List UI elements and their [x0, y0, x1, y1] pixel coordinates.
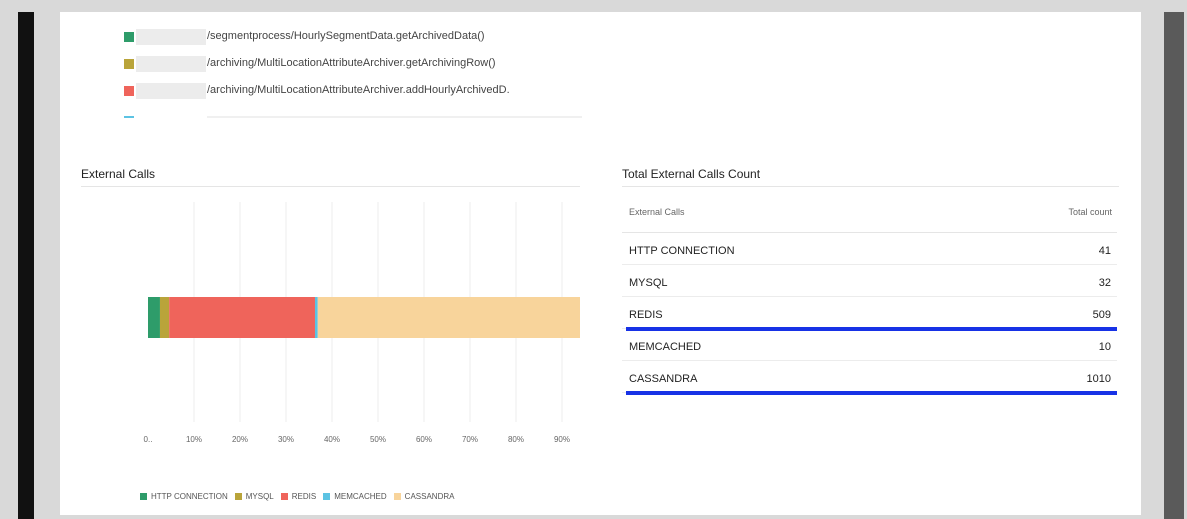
call-type-cell: HTTP CONNECTION: [629, 245, 735, 257]
chart-legend: HTTP CONNECTION MYSQL REDIS MEMCACHED CASSAN…: [140, 486, 461, 501]
legend-label: MYSQL: [245, 492, 274, 501]
call-count-cell: 41: [1098, 245, 1111, 257]
table-body: HTTP CONNECTION 41 MYSQL 32 REDIS 509 MEMCACHE…: [622, 233, 1117, 395]
call-count-cell: 1010: [1086, 373, 1111, 385]
method-color-swatch: [124, 116, 134, 118]
legend-item[interactable]: CASSANDRA: [393, 492, 455, 501]
method-label: /segmentprocess/HourlySegmentData.getArc…: [207, 30, 485, 42]
legend-swatch: [323, 493, 331, 500]
redacted-text-mask: [136, 29, 206, 45]
x-tick-label: 40%: [324, 435, 340, 444]
header-external-calls: External Calls: [629, 207, 685, 217]
legend-swatch: [393, 493, 401, 500]
call-count-cell: 10: [1098, 341, 1111, 353]
cutoff-text: [207, 116, 582, 118]
method-color-swatch: [124, 59, 134, 69]
highlight-underline: [626, 391, 1117, 395]
table-row: CASSANDRA 1010: [622, 361, 1117, 395]
section-divider: [622, 186, 1119, 187]
legend-label: CASSANDRA: [404, 492, 455, 501]
legend-label: HTTP CONNECTION: [151, 492, 228, 501]
method-item: /archiving/MultiLocationAttributeArchive…: [122, 81, 582, 108]
table-row: MYSQL 32: [622, 265, 1117, 297]
legend-item[interactable]: MYSQL: [234, 492, 274, 501]
table-row: REDIS 509: [622, 297, 1117, 331]
legend-label: REDIS: [291, 492, 317, 501]
x-tick-label: 90%: [554, 435, 570, 444]
call-count-cell: 509: [1092, 309, 1111, 321]
call-type-cell: REDIS: [629, 309, 663, 321]
total-calls-title: Total External Calls Count: [622, 167, 761, 181]
right-scrollbar[interactable]: [1164, 12, 1184, 519]
left-window-edge: [18, 12, 34, 519]
x-tick-label: 50%: [370, 435, 386, 444]
legend-swatch: [234, 493, 242, 500]
x-tick-label: 60%: [416, 435, 432, 444]
table-row: MEMCACHED 10: [622, 329, 1117, 361]
stacked-bar-chart: 0.. 10% 20% 30% 40% 50% 60% 70% 80% 90%: [144, 202, 580, 444]
call-type-cell: MEMCACHED: [629, 341, 702, 353]
x-tick-label: 80%: [508, 435, 524, 444]
redacted-text-mask: [136, 56, 206, 72]
legend-swatch: [280, 493, 288, 500]
legend-item[interactable]: REDIS: [280, 492, 317, 501]
header-total-count: Total count: [1068, 207, 1112, 217]
x-tick-label: 20%: [232, 435, 248, 444]
method-label: /archiving/MultiLocationAttributeArchive…: [207, 57, 496, 69]
call-count-cell: 32: [1098, 277, 1111, 289]
x-tick-label: 30%: [278, 435, 294, 444]
bar-segment: [148, 297, 160, 338]
method-color-swatch: [124, 32, 134, 42]
bar-segment: [159, 297, 170, 338]
method-label: /archiving/MultiLocationAttributeArchive…: [207, 84, 510, 96]
bar-segment: [169, 297, 315, 338]
legend-label: MEMCACHED: [334, 492, 387, 501]
x-tick-label: 70%: [462, 435, 478, 444]
legend-swatch: [140, 493, 147, 500]
legend-item[interactable]: HTTP CONNECTION: [140, 492, 228, 501]
table-header: External Calls Total count: [622, 197, 1117, 233]
method-item: /segmentprocess/HourlySegmentData.getArc…: [122, 27, 582, 54]
method-color-swatch: [124, 86, 134, 96]
external-calls-chart: 0.. 10% 20% 30% 40% 50% 60% 70% 80% 90%: [80, 197, 580, 497]
bar-segment: [317, 297, 580, 338]
method-item: /archiving/MultiLocationAttributeArchive…: [122, 54, 582, 81]
redacted-text-mask: [136, 83, 206, 99]
external-calls-title: External Calls: [81, 167, 156, 181]
bar-segment: [314, 297, 318, 338]
x-tick-label: 0..: [144, 435, 153, 444]
method-item-cutoff: [122, 108, 582, 118]
external-calls-table: External Calls Total count HTTP CONNECTI…: [622, 197, 1117, 395]
table-row: HTTP CONNECTION 41: [622, 233, 1117, 265]
legend-item[interactable]: MEMCACHED: [323, 492, 387, 501]
content-panel: /segmentprocess/HourlySegmentData.getArc…: [60, 12, 1141, 515]
call-type-cell: CASSANDRA: [629, 373, 698, 385]
x-tick-label: 10%: [186, 435, 202, 444]
section-divider: [81, 186, 580, 187]
call-type-cell: MYSQL: [629, 277, 668, 289]
method-legend-list: /segmentprocess/HourlySegmentData.getArc…: [122, 27, 582, 118]
